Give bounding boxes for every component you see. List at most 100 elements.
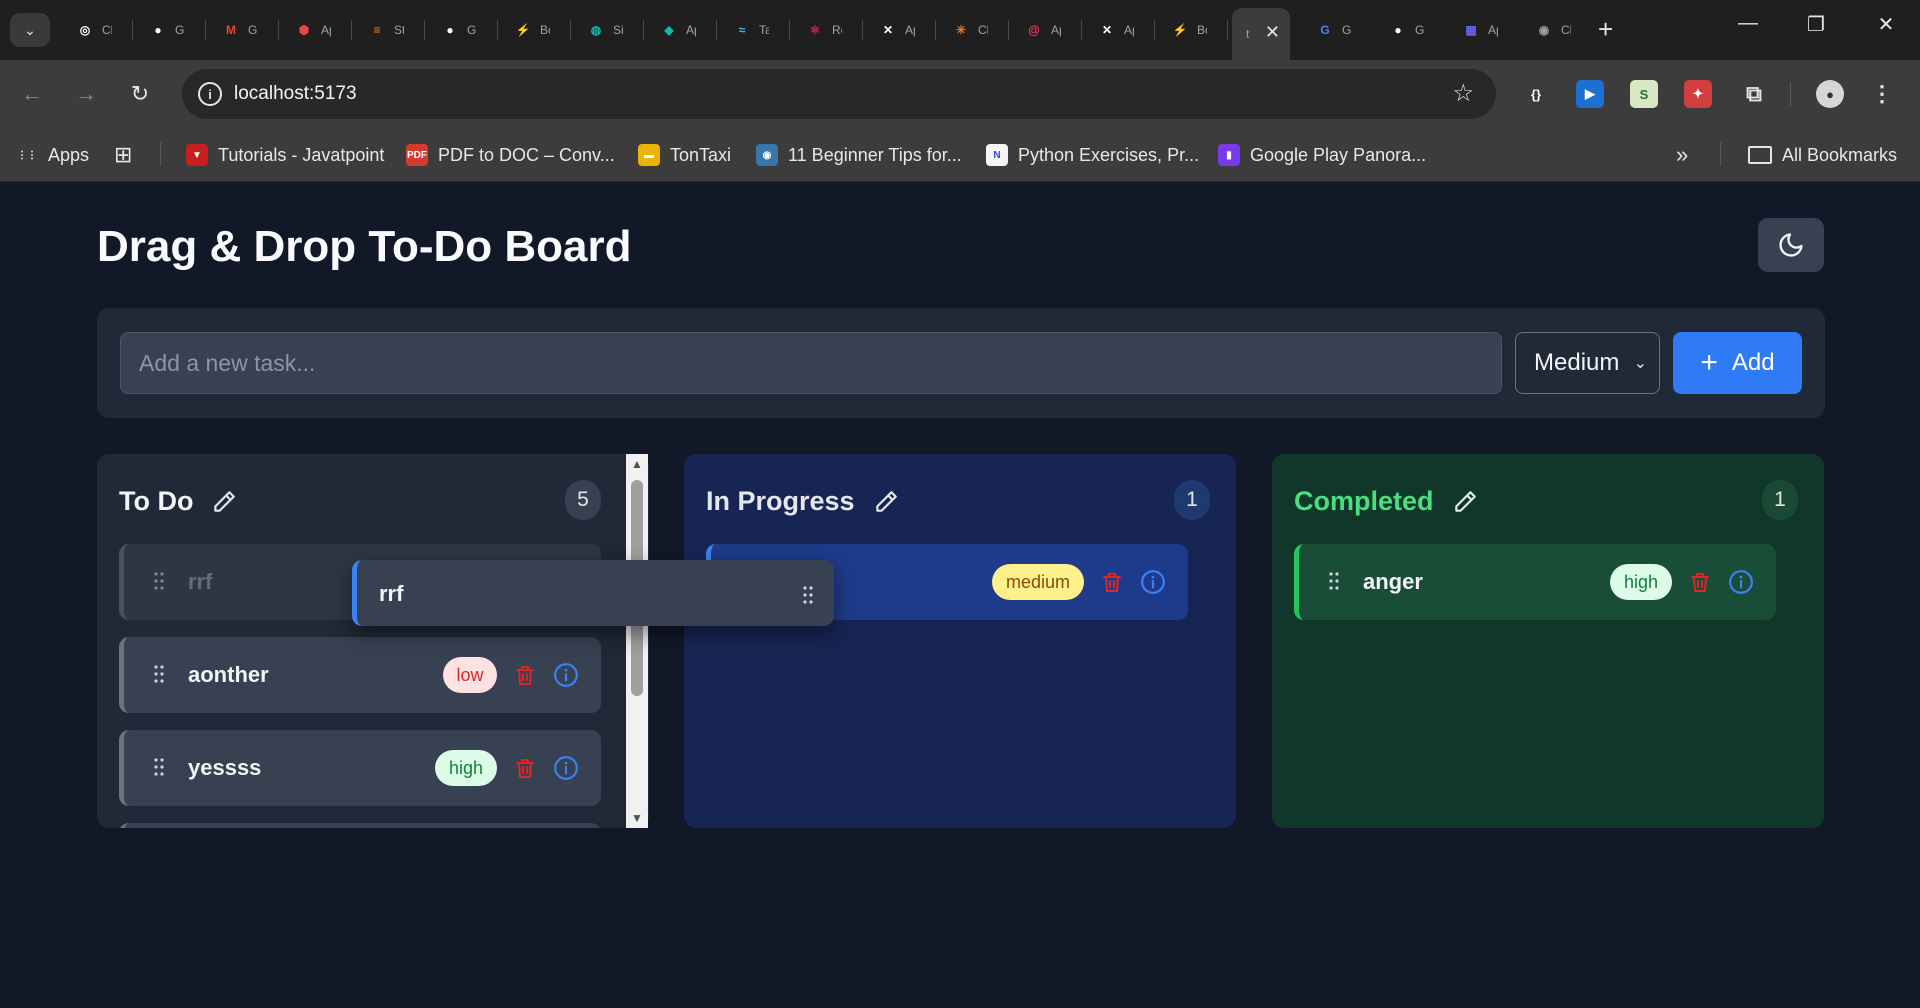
tab-title: Tailwind CSS: [759, 23, 769, 37]
browser-tab[interactable]: ◍ Site: [571, 11, 643, 49]
bookmark-label: PDF to DOC – Conv...: [438, 144, 615, 165]
trash-icon[interactable]: [1100, 568, 1124, 596]
tab-search-button[interactable]: ⌄: [10, 13, 50, 47]
more-bookmarks-icon[interactable]: »: [1676, 142, 1688, 168]
forward-icon[interactable]: →: [70, 78, 102, 110]
browser-tab[interactable]: ✳ Claude: [936, 11, 1008, 49]
bookmark-item[interactable]: ▮ Google Play Panora...: [1218, 142, 1426, 168]
drag-preview-card[interactable]: rrf: [352, 560, 834, 626]
bookmark-item[interactable]: ⋮⋮ Apps: [16, 142, 89, 168]
browser-tab[interactable]: ◎ ChatGPT: [60, 11, 132, 49]
drag-handle-icon[interactable]: [1329, 572, 1339, 590]
tab-title: Gmail: [248, 23, 258, 37]
browser-tab[interactable]: ● GitHub: [133, 11, 205, 49]
bookmark-label: TonTaxi: [670, 144, 732, 165]
browser-tab[interactable]: ◉ Chrome: [1519, 11, 1591, 49]
trash-icon[interactable]: [513, 661, 537, 689]
browser-tab[interactable]: ▦ App: [1446, 11, 1518, 49]
tab-groups-icon[interactable]: ⊞: [114, 142, 132, 168]
toolbar-divider: [1790, 82, 1791, 106]
priority-badge: high: [435, 750, 497, 786]
new-tab-button[interactable]: +: [1598, 14, 1613, 44]
bookmark-star-icon[interactable]: ☆: [1452, 79, 1474, 108]
add-task-button[interactable]: + Add: [1673, 332, 1802, 394]
browser-tab[interactable]: ● GitHub: [1373, 11, 1445, 49]
trash-icon[interactable]: [1688, 568, 1712, 596]
cast-extension-icon[interactable]: ▶: [1576, 80, 1604, 108]
chevron-down-icon: ⌄: [1633, 355, 1647, 372]
browser-tab[interactable]: ✕ App: [1082, 11, 1154, 49]
info-icon[interactable]: [1140, 569, 1166, 595]
edit-pencil-icon[interactable]: [211, 489, 237, 515]
bookmark-item[interactable]: ▼ Tutorials - Javatpoint: [186, 142, 384, 168]
browser-tab[interactable]: G Google: [1300, 11, 1372, 49]
all-bookmarks-label: All Bookmarks: [1782, 144, 1898, 165]
tutorials-icon: ▼: [186, 144, 208, 166]
info-icon[interactable]: [1728, 569, 1754, 595]
browser-tab[interactable]: ≡ Stack Overflow: [352, 11, 424, 49]
profile-avatar[interactable]: ●: [1816, 80, 1844, 108]
priority-select[interactable]: Medium ⌄: [1515, 332, 1660, 394]
browser-tab[interactable]: ≈ Tailwind CSS: [717, 11, 789, 49]
minimize-icon[interactable]: —: [1728, 12, 1768, 35]
back-icon[interactable]: ←: [16, 78, 48, 110]
drag-handle-icon[interactable]: [154, 758, 164, 776]
trash-icon[interactable]: [513, 754, 537, 782]
browser-menu-icon[interactable]: ⋮: [1868, 80, 1896, 108]
theme-toggle-button[interactable]: [1758, 218, 1824, 272]
browser-tab[interactable]: ● GitHub: [425, 11, 497, 49]
column-count-badge: 1: [1174, 480, 1210, 520]
globe-icon: ◍: [590, 23, 602, 37]
json-viewer-icon[interactable]: {}: [1522, 80, 1550, 108]
google-icon: G: [1320, 23, 1330, 37]
task-title: rrf: [188, 569, 213, 594]
sheet-extension-icon[interactable]: S: [1630, 80, 1658, 108]
window-close-icon[interactable]: ✕: [1866, 12, 1906, 37]
reload-icon[interactable]: ↻: [124, 78, 156, 110]
info-icon[interactable]: [553, 755, 579, 781]
active-tab[interactable]: t ✕: [1232, 8, 1290, 60]
bookmark-item[interactable]: ▬ TonTaxi: [638, 142, 731, 168]
column-todo[interactable]: To Do 5 rrf aonther low yessss high: [97, 454, 649, 828]
extensions-puzzle-icon[interactable]: ⧉: [1740, 80, 1768, 108]
bookmark-item[interactable]: PDF PDF to DOC – Conv...: [406, 142, 615, 168]
column-in-progress[interactable]: In Progress 1 medium: [684, 454, 1236, 828]
all-bookmarks[interactable]: All Bookmarks: [1748, 142, 1897, 168]
browser-tab[interactable]: ⚛ React: [790, 11, 862, 49]
task-card-partial[interactable]: [119, 823, 601, 828]
swirl-icon: @: [1028, 23, 1040, 37]
tab-title: App: [1488, 23, 1498, 37]
site-info-icon[interactable]: i: [198, 82, 222, 106]
folder-icon: [1748, 146, 1772, 164]
browser-tab[interactable]: ⚡ Bolt: [1155, 11, 1227, 49]
task-card[interactable]: yessss high: [119, 730, 601, 806]
stackoverflow-icon: ≡: [373, 23, 381, 37]
column-completed[interactable]: Completed 1 anger high: [1272, 454, 1824, 828]
bookmark-item[interactable]: N Python Exercises, Pr...: [986, 142, 1199, 168]
task-card[interactable]: anger high: [1294, 544, 1776, 620]
browser-tab[interactable]: @ App: [1009, 11, 1081, 49]
close-tab-icon[interactable]: ✕: [1265, 22, 1280, 43]
scroll-down-arrow-icon[interactable]: ▼: [631, 812, 643, 824]
browser-tab[interactable]: ◆ App: [644, 11, 716, 49]
drag-handle-icon[interactable]: [154, 572, 164, 590]
tab-title: Google: [1342, 23, 1352, 37]
bookmark-item[interactable]: ◉ 11 Beginner Tips for...: [756, 142, 962, 168]
task-card[interactable]: aonther low: [119, 637, 601, 713]
todo-scrollbar[interactable]: ▲ ▼: [626, 454, 648, 828]
drag-handle-icon[interactable]: [154, 665, 164, 683]
info-icon[interactable]: [553, 662, 579, 688]
address-bar[interactable]: i localhost:5173 ☆: [182, 69, 1496, 119]
scroll-up-arrow-icon[interactable]: ▲: [631, 458, 643, 470]
restore-icon[interactable]: ❐: [1796, 12, 1836, 37]
browser-tab[interactable]: ⬢ App: [279, 11, 351, 49]
edit-pencil-icon[interactable]: [873, 489, 899, 515]
new-task-input[interactable]: [120, 332, 1502, 394]
edit-pencil-icon[interactable]: [1452, 489, 1478, 515]
red-puzzle-icon[interactable]: ✦: [1684, 80, 1712, 108]
moon-icon: [1779, 233, 1803, 257]
drag-handle-icon[interactable]: [803, 586, 813, 604]
browser-tab[interactable]: ⚡ Bolt: [498, 11, 570, 49]
browser-tab[interactable]: M Gmail: [206, 11, 278, 49]
browser-tab[interactable]: ✕ App: [863, 11, 935, 49]
